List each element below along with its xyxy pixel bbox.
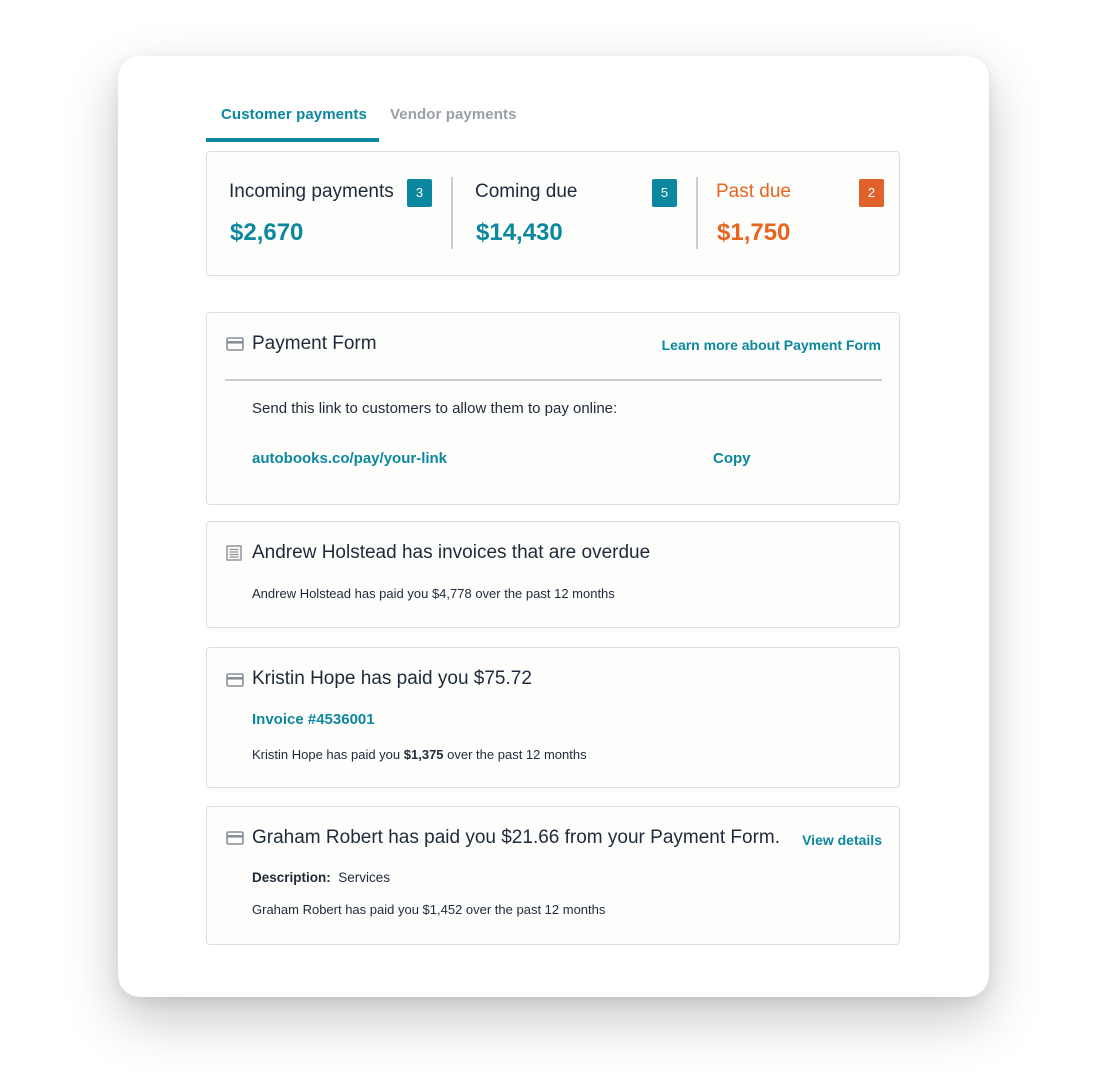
coming-due-stat[interactable]: Coming due 5 $14,430 bbox=[453, 152, 697, 275]
invoice-link[interactable]: Invoice #4536001 bbox=[252, 711, 375, 728]
tab-customer-payments[interactable]: Customer payments bbox=[221, 106, 367, 123]
activity-title: Andrew Holstead has invoices that are ov… bbox=[252, 542, 651, 563]
activity-card[interactable]: Andrew Holstead has invoices that are ov… bbox=[206, 521, 900, 628]
coming-due-count-badge: 5 bbox=[652, 179, 677, 207]
activity-summary: Andrew Holstead has paid you $4,778 over… bbox=[252, 586, 615, 601]
incoming-payments-count-badge: 3 bbox=[407, 179, 432, 207]
activity-summary: Kristin Hope has paid you $1,375 over th… bbox=[252, 747, 587, 762]
document-list-icon bbox=[226, 545, 242, 561]
incoming-payments-stat[interactable]: Incoming payments 3 $2,670 bbox=[207, 152, 452, 275]
past-due-label: Past due bbox=[716, 181, 791, 202]
payment-form-instruction: Send this link to customers to allow the… bbox=[252, 400, 618, 417]
learn-more-link[interactable]: Learn more about Payment Form bbox=[662, 337, 881, 353]
payments-panel: Customer payments Vendor payments Incomi… bbox=[206, 94, 902, 945]
credit-card-icon bbox=[226, 337, 244, 351]
app-window: Customer payments Vendor payments Incomi… bbox=[118, 56, 989, 997]
activity-card[interactable]: Kristin Hope has paid you $75.72 Invoice… bbox=[206, 647, 900, 788]
activity-title: Kristin Hope has paid you $75.72 bbox=[252, 668, 532, 689]
activity-card[interactable]: Graham Robert has paid you $21.66 from y… bbox=[206, 806, 900, 945]
coming-due-label: Coming due bbox=[475, 181, 578, 202]
incoming-payments-amount: $2,670 bbox=[230, 219, 304, 246]
incoming-payments-label: Incoming payments bbox=[229, 181, 394, 202]
summary-suffix: over the past 12 months bbox=[443, 747, 587, 762]
past-due-stat[interactable]: Past due 2 $1,750 bbox=[694, 152, 899, 275]
section-divider bbox=[225, 379, 882, 381]
activity-summary: Graham Robert has paid you $1,452 over t… bbox=[252, 902, 606, 917]
payment-form-title: Payment Form bbox=[252, 333, 377, 354]
payment-form-card: Payment Form Learn more about Payment Fo… bbox=[206, 312, 900, 505]
credit-card-icon bbox=[226, 673, 244, 687]
copy-link-button[interactable]: Copy bbox=[713, 450, 751, 467]
coming-due-amount: $14,430 bbox=[476, 219, 563, 246]
summary-amount: $1,375 bbox=[403, 747, 444, 762]
payment-summary-card: Incoming payments 3 $2,670 Coming due 5 … bbox=[206, 151, 900, 276]
description-value: Services bbox=[338, 870, 391, 885]
summary-prefix: Kristin Hope has paid you bbox=[252, 747, 404, 762]
active-tab-indicator bbox=[206, 138, 379, 142]
past-due-amount: $1,750 bbox=[717, 219, 791, 246]
tab-vendor-payments[interactable]: Vendor payments bbox=[390, 106, 517, 123]
activity-title: Graham Robert has paid you $21.66 from y… bbox=[252, 827, 781, 848]
description-label: Description: bbox=[252, 870, 331, 885]
tab-bar: Customer payments Vendor payments bbox=[206, 94, 902, 142]
description-row: Description: Services bbox=[252, 870, 390, 885]
view-details-link[interactable]: View details bbox=[802, 832, 882, 848]
payment-link[interactable]: autobooks.co/pay/your-link bbox=[252, 450, 447, 467]
credit-card-icon bbox=[226, 831, 244, 845]
past-due-count-badge: 2 bbox=[859, 179, 884, 207]
